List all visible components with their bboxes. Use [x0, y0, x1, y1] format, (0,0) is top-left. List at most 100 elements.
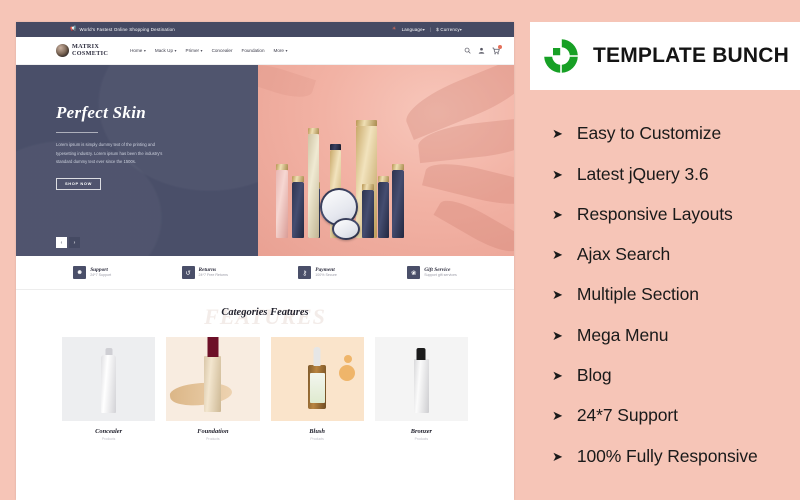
tube-nozzle [105, 348, 113, 355]
triangle-right-icon: ➤ [552, 166, 563, 182]
template-bunch-logo-icon [544, 38, 578, 73]
category-card-foundation[interactable]: Foundation Products [166, 337, 260, 441]
language-selector[interactable]: Language▾ [402, 27, 425, 32]
bronzer-spray-product [413, 348, 429, 413]
feature-label: Ajax Search [576, 244, 671, 265]
category-card-bronzer[interactable]: Bronzer Products [374, 337, 468, 441]
slider-next-button[interactable]: › [69, 237, 80, 248]
category-thumbnail [374, 337, 468, 421]
product-bottle [362, 184, 375, 238]
bottle-cap [292, 176, 305, 182]
category-thumbnail [270, 337, 364, 421]
compact-pan [334, 220, 359, 238]
service-item-payment: ⚷ Payment 100% Secure [298, 266, 337, 279]
template-bunch-logo-card: TEMPLATE BUNCH [530, 22, 800, 90]
product-bottle [392, 164, 405, 238]
feature-item: ➤ Blog [552, 365, 800, 386]
category-card-blush[interactable]: Blush Products [270, 337, 364, 441]
nav-item-more[interactable]: More ▾ [274, 48, 288, 53]
currency-selector[interactable]: $ Currency▾ [436, 27, 462, 32]
chevron-down-icon: ▾ [174, 48, 177, 53]
feature-label: Mega Menu [576, 324, 669, 345]
triangle-right-icon: ➤ [552, 368, 563, 384]
hero-text-panel: Perfect Skin Lorem ipsum is simply dummy… [16, 65, 259, 256]
globe-icon: ☀ [391, 26, 397, 32]
feature-item: ➤ Mega Menu [552, 325, 800, 346]
shop-now-button[interactable]: SHOP NOW [56, 177, 101, 190]
nav-label: Home [130, 48, 143, 53]
product-bottle [378, 176, 390, 238]
chevron-down-icon: ▾ [143, 48, 146, 53]
feature-label: Responsive Layouts [576, 203, 733, 224]
oil-drop-decor [343, 355, 352, 363]
triangle-right-icon: ➤ [552, 247, 563, 263]
feature-label: Easy to Customize [576, 123, 722, 144]
service-text: Returns 24*7 Free Returns [199, 267, 228, 278]
promo-pane: TEMPLATE BUNCH ➤ Easy to Customize ➤ Lat… [530, 0, 800, 500]
service-text: Support 24*7 Support [90, 267, 111, 278]
triangle-right-icon: ➤ [552, 448, 563, 464]
compact-powder-base [332, 218, 361, 240]
user-account-icon[interactable] [478, 47, 485, 54]
service-item-support: ☻ Support 24*7 Support [73, 266, 111, 279]
service-subtitle: 100% Secure [315, 273, 337, 278]
feature-label: 24*7 Support [576, 405, 678, 426]
service-item-returns: ↺ Returns 24*7 Free Returns [181, 266, 228, 279]
nav-label: Mack Up [154, 48, 173, 53]
topbar-separator: | [429, 27, 432, 32]
category-subtitle: Products [310, 437, 324, 441]
matrix-cosmetic-logo-icon [56, 44, 69, 57]
feature-list: ➤ Easy to Customize ➤ Latest jQuery 3.6 … [530, 90, 800, 500]
hero-divider [56, 132, 98, 133]
language-label: Language [401, 27, 423, 32]
nav-item-primer[interactable]: Primer ▾ [186, 48, 203, 53]
nav-item-home[interactable]: Home ▾ [130, 48, 146, 53]
currency-symbol: $ [436, 27, 439, 32]
bottle-cap [356, 120, 378, 126]
category-subtitle: Products [101, 437, 116, 441]
bottle-cap [276, 164, 289, 170]
hero-body-text: Lorem ipsum is simply dummy text of the … [56, 142, 163, 165]
megaphone-icon: 📢 [70, 26, 77, 32]
nav-item-concealer[interactable]: Concealer [212, 48, 233, 53]
category-name: Bronzer [410, 428, 433, 435]
blush-dropper-product [308, 347, 327, 409]
main-navigation: Home ▾ Mack Up ▾ Primer ▾ Concealer Foun… [130, 48, 287, 53]
feature-label: Blog [576, 365, 612, 386]
nav-label: Primer [185, 48, 200, 53]
slider-controls: ‹ › [56, 237, 80, 248]
header-actions [464, 44, 502, 55]
brand-wordmark: MATRIX COSMETIC [72, 43, 108, 57]
categories-heading: Categories Features [221, 307, 309, 318]
feature-label: Latest jQuery 3.6 [576, 163, 709, 184]
slider-prev-button[interactable]: ‹ [56, 237, 67, 248]
category-card-concealer[interactable]: Concealer Products [62, 337, 156, 441]
announcement: 📢 World's Fastest Online Shopping Destin… [70, 26, 175, 33]
categories-header: FEATURES Categories Features [16, 304, 514, 333]
bottle-cap [330, 144, 342, 150]
bottle-cap [308, 128, 320, 134]
service-subtitle: 24*7 Free Returns [198, 273, 228, 278]
top-utility-bar: 📢 World's Fastest Online Shopping Destin… [16, 22, 514, 37]
returns-arrows-icon: ↺ [181, 266, 195, 279]
nav-item-foundation[interactable]: Foundation [242, 48, 265, 53]
nav-label: Foundation [241, 48, 265, 53]
category-subtitle: Products [414, 437, 429, 441]
cart-count-badge [498, 44, 502, 49]
payment-lock-icon: ⚷ [298, 266, 312, 279]
website-mockup: 📢 World's Fastest Online Shopping Destin… [16, 22, 514, 500]
search-icon[interactable] [464, 47, 471, 54]
feature-label: 100% Fully Responsive [576, 445, 758, 466]
cart-wrapper[interactable] [492, 44, 502, 55]
chevron-down-icon: ▾ [422, 27, 425, 32]
cosmetic-product-cluster [258, 65, 514, 256]
site-logo[interactable]: MATRIX COSMETIC [56, 43, 108, 57]
feature-item: ➤ Latest jQuery 3.6 [552, 164, 800, 185]
feature-item: ➤ Easy to Customize [552, 123, 800, 144]
feature-item: ➤ Multiple Section [552, 284, 800, 305]
announcement-text: World's Fastest Online Shopping Destinat… [79, 27, 175, 32]
bottle-cap [392, 164, 405, 170]
spray-head [416, 348, 426, 360]
nav-item-mack-up[interactable]: Mack Up ▾ [155, 48, 177, 53]
product-bottle [292, 176, 305, 238]
